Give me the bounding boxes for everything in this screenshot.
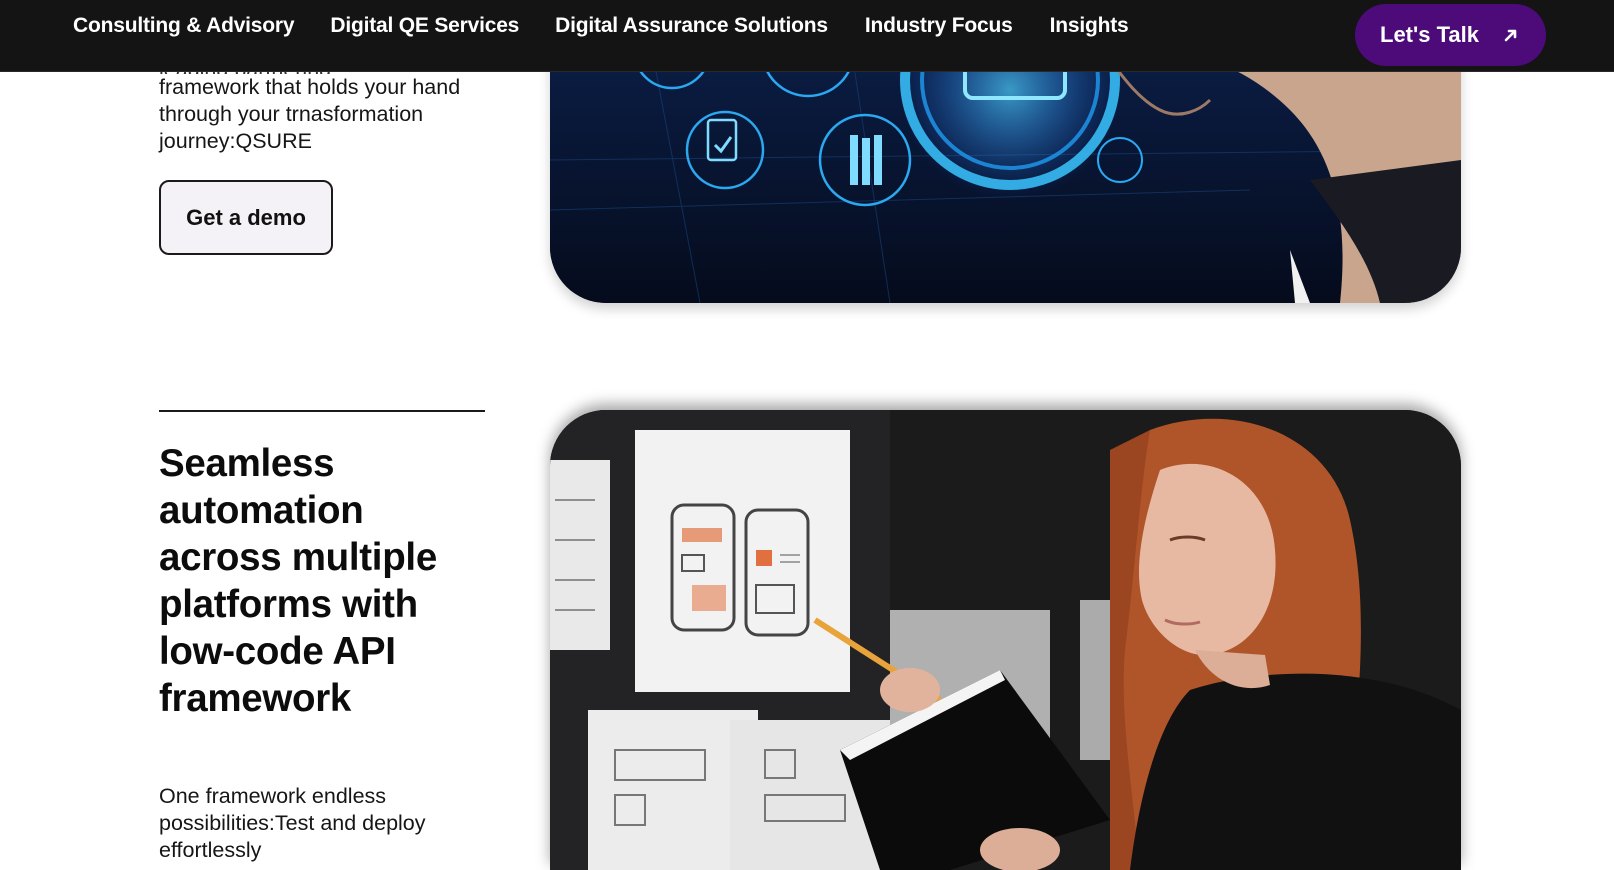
nav-item-digital-qe-services[interactable]: Digital QE Services xyxy=(330,14,519,38)
main-nav: Consulting & Advisory Digital QE Service… xyxy=(73,14,1129,38)
designer-wireframes-image xyxy=(550,410,1461,870)
section2-heading: Seamless automation across multiple plat… xyxy=(159,442,437,720)
section2-description: One framework endless possibilities:Test… xyxy=(159,784,426,862)
arrow-up-right-icon xyxy=(1502,26,1520,44)
digital-assurance-hero-image xyxy=(550,40,1461,303)
nav-item-insights[interactable]: Insights xyxy=(1050,14,1129,38)
section1-description-block: leading partnering framework that holds … xyxy=(159,62,499,155)
get-a-demo-button[interactable]: Get a demo xyxy=(159,180,333,255)
nav-item-consulting-advisory[interactable]: Consulting & Advisory xyxy=(73,14,295,38)
lets-talk-label: Let's Talk xyxy=(1380,22,1479,47)
section1-description: framework that holds your hand through y… xyxy=(159,75,461,153)
nav-item-digital-assurance-solutions[interactable]: Digital Assurance Solutions xyxy=(555,14,828,38)
section-divider xyxy=(159,410,485,412)
top-navigation-bar: Consulting & Advisory Digital QE Service… xyxy=(0,0,1614,72)
nav-item-industry-focus[interactable]: Industry Focus xyxy=(865,14,1013,38)
lets-talk-button[interactable]: Let's Talk xyxy=(1355,4,1546,66)
